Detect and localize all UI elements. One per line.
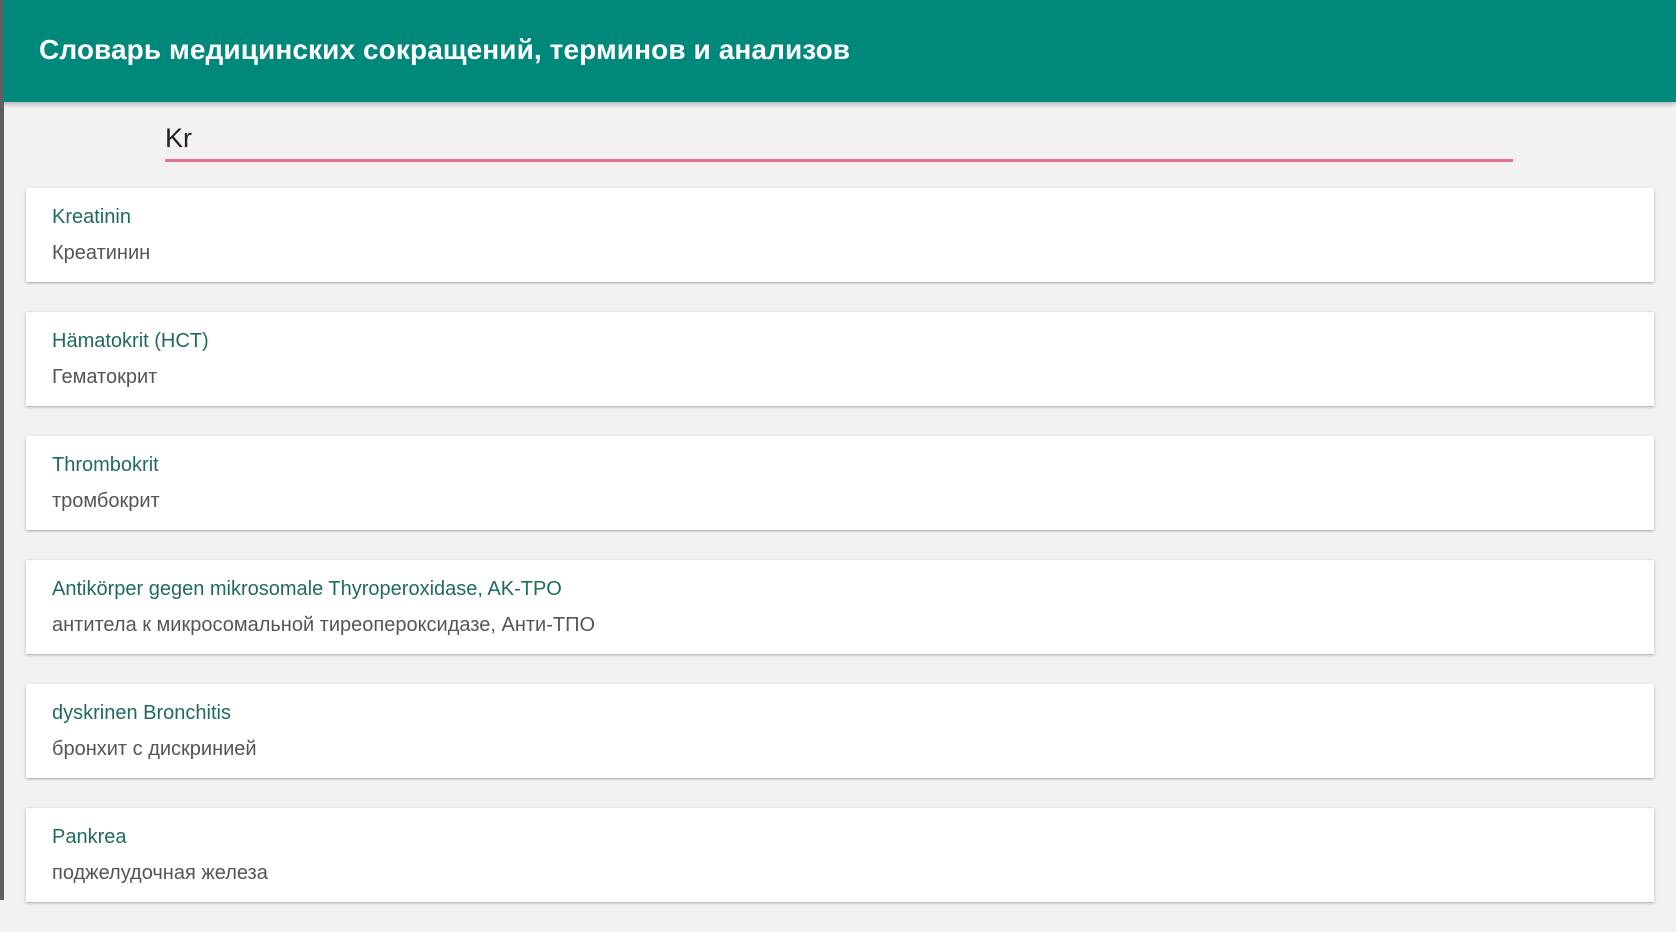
term-text: Thrombokrit	[52, 454, 159, 476]
term-text: Antikörper gegen mikrosomale Thyroperoxi…	[52, 578, 562, 600]
translation-text: бронхит с дискринией	[52, 738, 257, 760]
list-item[interactable]: Antikörper gegen mikrosomale Thyroperoxi…	[26, 560, 1654, 654]
list-item[interactable]: Hämatokrit (HCT) Гематокрит	[26, 312, 1654, 406]
translation-text: поджелудочная железа	[52, 862, 268, 884]
results-list: Kreatinin Креатинин Hämatokrit (HCT) Гем…	[26, 188, 1654, 932]
translation-text: Креатинин	[52, 242, 151, 264]
search-input[interactable]	[165, 114, 1513, 162]
search-underline	[165, 159, 1513, 162]
translation-text: тромбокрит	[52, 490, 160, 512]
term-text: Kreatinin	[52, 206, 131, 228]
window-left-edge	[0, 0, 4, 900]
term-text: dyskrinen Bronchitis	[52, 702, 231, 724]
term-text: Hämatokrit (HCT)	[52, 330, 209, 352]
list-item[interactable]: dyskrinen Bronchitis бронхит с дискриние…	[26, 684, 1654, 778]
app-title: Словарь медицинских сокращений, терминов…	[39, 34, 851, 65]
search-field[interactable]	[165, 114, 1513, 166]
app-bar: Словарь медицинских сокращений, терминов…	[0, 0, 1676, 102]
translation-text: антитела к микросомальной тиреопероксида…	[52, 614, 595, 636]
term-text: Pankrea	[52, 826, 127, 848]
list-item[interactable]: Kreatinin Креатинин	[26, 188, 1654, 282]
translation-text: Гематокрит	[52, 366, 158, 388]
list-item[interactable]: Pankrea поджелудочная железа	[26, 808, 1654, 902]
list-item[interactable]: Thrombokrit тромбокрит	[26, 436, 1654, 530]
